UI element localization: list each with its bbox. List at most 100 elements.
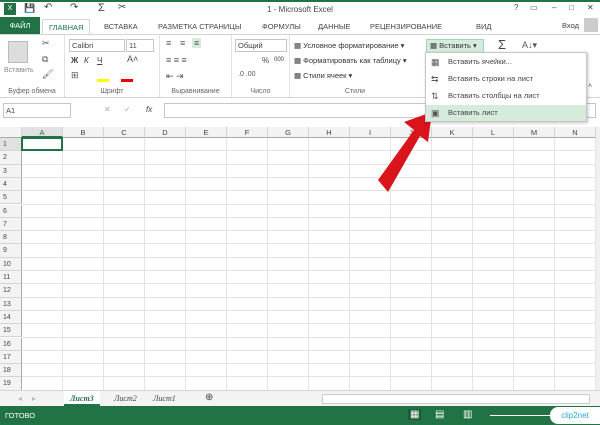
window-title: 1 - Microsoft Excel	[267, 5, 333, 14]
row-header[interactable]: 4	[0, 177, 22, 192]
tab-review[interactable]: РЕЦЕНЗИРОВАНИЕ	[364, 19, 448, 34]
paste-button[interactable]: Вставить	[4, 67, 34, 74]
italic-button[interactable]: К	[84, 56, 89, 65]
zoom-slider[interactable]	[490, 415, 550, 416]
column-header[interactable]: E	[186, 127, 227, 138]
enter-icon[interactable]: ✓	[124, 105, 131, 114]
thousands-button[interactable]: 000	[274, 57, 284, 63]
close-button[interactable]: ✕	[587, 3, 594, 12]
copy-icon[interactable]: ⧉	[42, 54, 48, 65]
percent-button[interactable]: %	[262, 56, 269, 65]
row-header[interactable]: 12	[0, 284, 22, 298]
row-header[interactable]: 3	[0, 164, 22, 178]
row-header[interactable]: 19	[0, 377, 22, 390]
column-header[interactable]: N	[555, 127, 596, 138]
row-header[interactable]: 7	[0, 217, 22, 232]
fill-color-icon[interactable]	[97, 79, 109, 82]
font-size-select[interactable]: 11	[126, 39, 154, 52]
page-break-view-icon[interactable]: ▥	[463, 409, 472, 420]
maximize-button[interactable]: □	[569, 3, 574, 12]
format-painter-icon[interactable]: 🖌	[42, 69, 53, 80]
help-button[interactable]: ?	[514, 3, 518, 12]
row-header[interactable]: 8	[0, 231, 22, 245]
sheet-tab-1[interactable]: Лист1	[147, 391, 182, 406]
avatar[interactable]	[584, 18, 598, 32]
page-layout-view-icon[interactable]: ▤	[435, 409, 444, 420]
borders-icon[interactable]: ⊞	[71, 70, 79, 81]
horizontal-scrollbar[interactable]	[322, 394, 590, 404]
sheet-tab-3[interactable]: Лист3	[64, 391, 100, 406]
row-header[interactable]: 16	[0, 337, 22, 351]
row-header[interactable]: 2	[0, 151, 22, 165]
prev-sheet-icon[interactable]: ◂	[18, 394, 22, 403]
row-gridline	[22, 349, 596, 351]
menu-item-insert-sheet[interactable]: ▣ Вставить лист	[426, 105, 586, 121]
spreadsheet-grid[interactable]: A B C D E F G H I J K L M N 1 2 3 4 5 6 7 8 9 10 11 12 13 14 15 16 17 1…	[0, 127, 596, 390]
row-header[interactable]: 13	[0, 297, 22, 311]
column-header[interactable]: D	[145, 127, 186, 138]
vertical-scrollbar[interactable]	[596, 127, 600, 390]
cancel-icon[interactable]: ✕	[104, 105, 111, 114]
decimal-icon[interactable]: .0 .00	[238, 71, 256, 78]
align-left-icon[interactable]: ≡ ≡ ≡	[166, 55, 187, 65]
row-header[interactable]: 5	[0, 191, 22, 205]
insert-function-button[interactable]: fx	[146, 105, 152, 114]
cell-styles-button[interactable]: ▦ Стили ячеек ▾	[294, 71, 352, 80]
normal-view-icon[interactable]: ▦	[408, 409, 422, 420]
sheet-tab-2[interactable]: Лист2	[108, 391, 143, 406]
menu-item-insert-columns[interactable]: ⇅ Вставить столбцы на лист	[426, 88, 586, 104]
bold-button[interactable]: Ж	[71, 56, 78, 65]
insert-cells-button[interactable]: ▦ Вставить ▾	[426, 39, 484, 53]
column-header[interactable]: M	[514, 127, 555, 138]
row-header[interactable]: 18	[0, 364, 22, 378]
ribbon-display-button[interactable]: ▭	[530, 3, 538, 12]
format-as-table-button[interactable]: ▦ Форматировать как таблицу ▾	[294, 56, 407, 65]
font-name-select[interactable]: Calibri	[69, 39, 125, 52]
name-box[interactable]: A1	[3, 103, 71, 118]
column-header[interactable]: B	[63, 127, 104, 138]
menu-item-insert-rows[interactable]: ⇆ Вставить строки на лист	[426, 71, 586, 87]
cut-icon[interactable]: ✂	[42, 38, 50, 49]
tab-insert[interactable]: ВСТАВКА	[98, 19, 144, 34]
row-header[interactable]: 6	[0, 204, 22, 218]
minimize-button[interactable]: –	[552, 3, 556, 12]
column-gridline	[554, 138, 555, 390]
column-header[interactable]: F	[227, 127, 268, 138]
tab-file[interactable]: ФАЙЛ	[0, 17, 40, 34]
column-header[interactable]: H	[309, 127, 350, 138]
conditional-formatting-button[interactable]: ▦ Условное форматирование ▾	[294, 41, 404, 50]
tab-page-layout[interactable]: РАЗМЕТКА СТРАНИЦЫ	[152, 19, 247, 34]
column-header[interactable]: G	[268, 127, 309, 138]
next-sheet-icon[interactable]: ▸	[32, 394, 36, 403]
new-sheet-icon[interactable]: ⊕	[205, 392, 213, 403]
tab-view[interactable]: ВИД	[470, 19, 497, 34]
indent-icon[interactable]: ⇤ ⇥	[166, 71, 184, 82]
sort-filter-icon[interactable]: A↓▾	[522, 40, 537, 51]
sign-in-link[interactable]: Вход	[562, 21, 579, 30]
row-header[interactable]: 14	[0, 310, 22, 325]
grow-font-icon[interactable]: A˄	[127, 54, 138, 64]
tab-formulas[interactable]: ФОРМУЛЫ	[256, 19, 307, 34]
align-bottom-icon[interactable]: ≡	[192, 38, 202, 48]
collapse-ribbon-icon[interactable]: ˄	[588, 83, 592, 90]
row-header[interactable]: 9	[0, 244, 22, 258]
tab-home[interactable]: ГЛАВНАЯ	[42, 19, 91, 34]
column-header[interactable]: L	[473, 127, 514, 138]
font-color-icon[interactable]	[121, 79, 133, 82]
menu-item-insert-cells[interactable]: ▦ Вставить ячейки...	[426, 54, 586, 70]
active-cell-a1[interactable]	[21, 137, 63, 152]
align-top-icon[interactable]: ≡	[166, 38, 171, 48]
number-format-select[interactable]: Общий	[235, 39, 287, 52]
tab-data[interactable]: ДАННЫЕ	[312, 19, 357, 34]
insert-sheet-icon: ▣	[431, 108, 440, 118]
row-header[interactable]: 10	[0, 257, 22, 271]
row-header[interactable]: 1	[0, 138, 22, 152]
align-middle-icon[interactable]: ≡	[180, 38, 185, 48]
column-header[interactable]: C	[104, 127, 145, 138]
row-header[interactable]: 15	[0, 324, 22, 338]
row-header[interactable]: 11	[0, 271, 22, 285]
underline-button[interactable]: Ч	[97, 56, 102, 65]
autosum-button[interactable]: Σ	[498, 37, 506, 52]
row-header[interactable]: 17	[0, 350, 22, 365]
select-all-corner[interactable]	[0, 127, 22, 138]
